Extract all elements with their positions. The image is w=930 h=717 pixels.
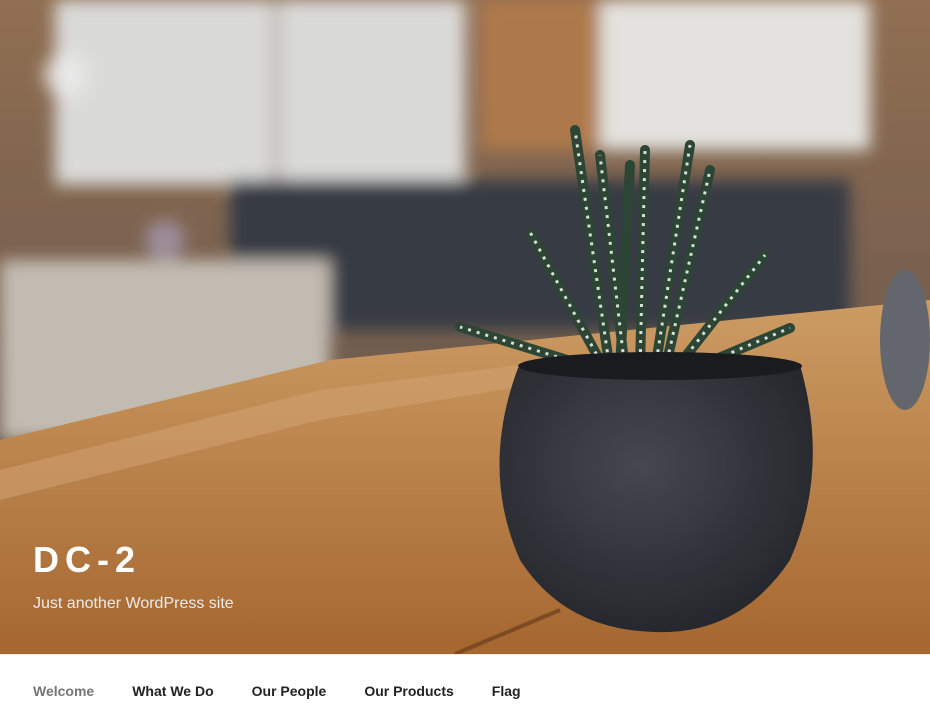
nav-link-flag[interactable]: Flag xyxy=(492,683,521,699)
nav-item-our-people: Our People xyxy=(252,682,327,701)
main-navigation: Welcome What We Do Our People Our Produc… xyxy=(0,654,930,717)
nav-link-our-products[interactable]: Our Products xyxy=(364,683,453,699)
nav-item-our-products: Our Products xyxy=(364,682,453,701)
nav-item-welcome: Welcome xyxy=(33,682,94,701)
header-image: DC-2 Just another WordPress site xyxy=(0,0,930,654)
nav-menu: Welcome What We Do Our People Our Produc… xyxy=(33,682,559,701)
site-branding: DC-2 Just another WordPress site xyxy=(33,540,234,614)
site-title-link[interactable]: DC-2 xyxy=(33,540,234,580)
nav-item-flag: Flag xyxy=(492,682,521,701)
nav-item-what-we-do: What We Do xyxy=(132,682,213,701)
site-description: Just another WordPress site xyxy=(33,595,234,612)
nav-link-what-we-do[interactable]: What We Do xyxy=(132,683,213,699)
nav-link-welcome[interactable]: Welcome xyxy=(33,683,94,699)
nav-link-our-people[interactable]: Our People xyxy=(252,683,327,699)
